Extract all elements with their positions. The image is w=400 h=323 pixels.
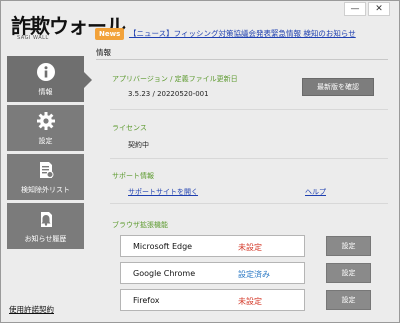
version-label: アプリバージョン / 定義ファイル更新日 xyxy=(112,75,238,83)
browser-status: 未設定 xyxy=(238,243,262,252)
terms-of-use-link[interactable]: 使用許諾契約 xyxy=(9,304,54,315)
section-separator xyxy=(110,109,388,110)
browser-status: 未設定 xyxy=(238,297,262,306)
help-link[interactable]: ヘルプ xyxy=(305,187,326,197)
sidebar-nav: 情報 設定 検知除外リスト お知らせ履歴 xyxy=(7,56,92,252)
gear-icon xyxy=(36,112,55,130)
app-logo-subtitle: SAGI WALL xyxy=(17,35,49,41)
check-update-button[interactable]: 最新版を確認 xyxy=(302,78,374,96)
browser-extension-label: ブラウザ拡張機能 xyxy=(112,221,168,229)
minimize-button[interactable]: — xyxy=(344,2,366,16)
version-value: 3.5.23 / 20220520-001 xyxy=(128,90,209,98)
sidebar-item-label: お知らせ履歴 xyxy=(24,235,67,243)
section-separator xyxy=(110,203,388,204)
support-label: サポート情報 xyxy=(112,172,154,180)
news-badge: News xyxy=(95,28,125,40)
bell-icon xyxy=(40,212,52,227)
browser-row-chrome: Google Chrome 設定済み xyxy=(120,262,305,284)
document-list-icon xyxy=(39,162,53,178)
sidebar-item-label: 設定 xyxy=(38,137,53,145)
browser-name: Microsoft Edge xyxy=(133,242,193,251)
active-indicator xyxy=(84,72,92,88)
chrome-settings-button[interactable]: 設定 xyxy=(326,263,371,283)
browser-status: 設定済み xyxy=(238,270,270,279)
sidebar-item-label: 検知除外リスト xyxy=(21,186,70,194)
sidebar-item-label: 情報 xyxy=(38,88,53,96)
sidebar-item-settings[interactable]: 設定 xyxy=(7,105,84,151)
info-icon xyxy=(36,63,55,81)
close-button[interactable]: ✕ xyxy=(368,2,390,16)
title-divider xyxy=(96,59,388,60)
browser-name: Google Chrome xyxy=(133,269,196,278)
license-value: 契約中 xyxy=(128,141,149,149)
sidebar-item-exclusion-list[interactable]: 検知除外リスト xyxy=(7,154,84,200)
support-site-link[interactable]: サポートサイトを開く xyxy=(128,187,198,197)
browser-row-edge: Microsoft Edge 未設定 xyxy=(120,235,305,257)
edge-settings-button[interactable]: 設定 xyxy=(326,236,371,256)
sidebar-item-notifications[interactable]: お知らせ履歴 xyxy=(7,203,84,249)
sidebar-item-info[interactable]: 情報 xyxy=(7,56,92,102)
browser-row-firefox: Firefox 未設定 xyxy=(120,289,305,311)
firefox-settings-button[interactable]: 設定 xyxy=(326,290,371,310)
app-window: 詐欺ウォール SAGI WALL News 【ニュース】フィッシング対策協議会発… xyxy=(0,0,400,323)
section-separator xyxy=(110,158,388,159)
license-label: ライセンス xyxy=(112,124,147,132)
news-headline-link[interactable]: 【ニュース】フィッシング対策協議会発表緊急情報 検知のお知らせ xyxy=(129,28,356,39)
page-title: 情報 xyxy=(96,48,111,57)
browser-name: Firefox xyxy=(133,296,160,305)
